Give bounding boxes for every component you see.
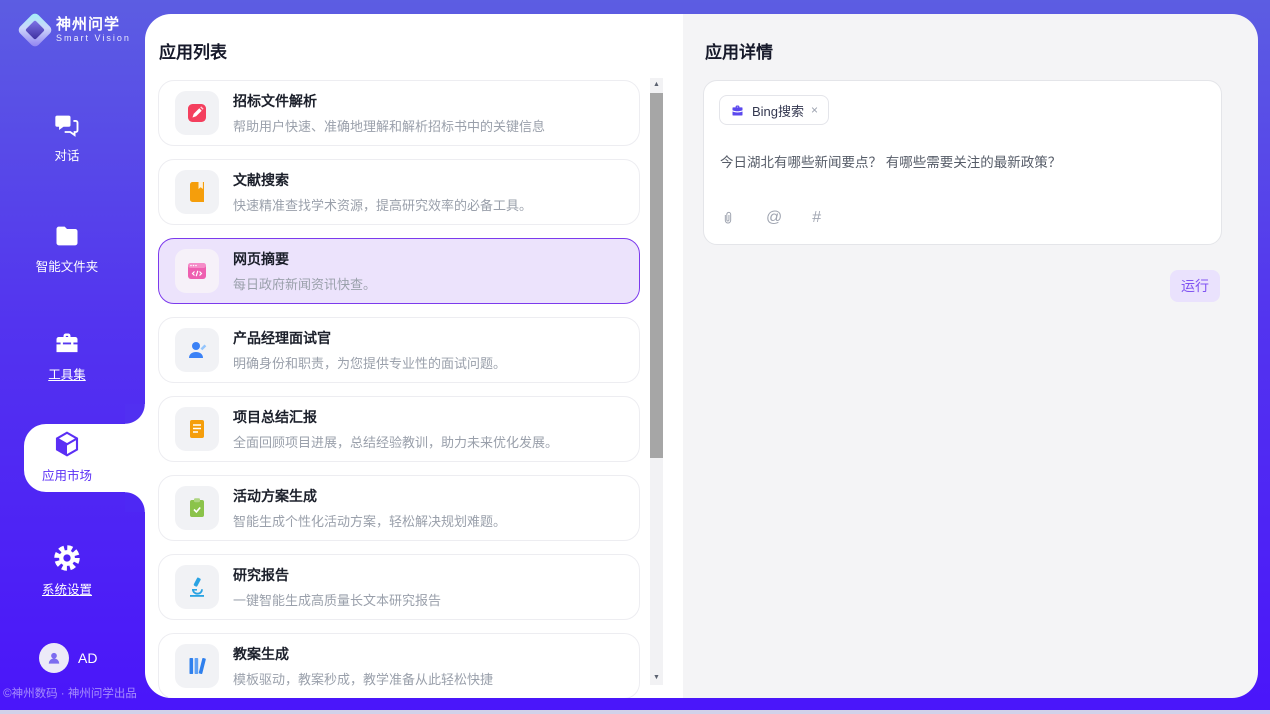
- hash-icon[interactable]: #: [812, 209, 821, 227]
- scrollbar-thumb[interactable]: [650, 93, 663, 458]
- app-description: 明确身份和职责，为您提供专业性的面试问题。: [233, 353, 506, 372]
- app-card-event-plan[interactable]: 活动方案生成 智能生成个性化活动方案，轻松解决规划难题。: [158, 475, 640, 541]
- document-icon: [185, 417, 209, 441]
- app-icon-tile: [175, 91, 219, 135]
- microscope-icon: [185, 575, 209, 599]
- browser-code-icon: [185, 259, 209, 283]
- app-name: 招标文件解析: [233, 91, 545, 111]
- scroll-down-button[interactable]: ▼: [650, 671, 663, 685]
- books-icon: [185, 654, 209, 678]
- sidebar-item-label: 对话: [54, 145, 79, 164]
- tool-chip-label: Bing搜索: [752, 101, 804, 120]
- app-card-web-summary[interactable]: 网页摘要 每日政府新闻资讯快查。: [158, 238, 640, 304]
- app-card-pm-interviewer[interactable]: 产品经理面试官 明确身份和职责，为您提供专业性的面试问题。: [158, 317, 640, 383]
- app-description: 智能生成个性化活动方案，轻松解决规划难题。: [233, 511, 506, 530]
- app-icon-tile: [175, 644, 219, 688]
- edit-square-icon: [185, 101, 209, 125]
- app-name: 研究报告: [233, 565, 441, 585]
- close-icon[interactable]: ×: [811, 104, 818, 116]
- app-name: 活动方案生成: [233, 486, 506, 506]
- chat-icon: [53, 111, 81, 139]
- app-window: 神州问学 Smart Vision 对话 智能文件夹 工具集: [0, 0, 1270, 714]
- sidebar-item-smart-folder[interactable]: 智能文件夹: [0, 222, 134, 276]
- app-name: 产品经理面试官: [233, 328, 506, 348]
- app-description: 快速精准查找学术资源，提高研究效率的必备工具。: [233, 195, 532, 214]
- sidebar-item-settings[interactable]: 系统设置: [0, 543, 134, 599]
- sidebar-item-label: 应用市场: [42, 465, 92, 484]
- app-card-research-report[interactable]: 研究报告 一键智能生成高质量长文本研究报告: [158, 554, 640, 620]
- app-icon-tile: [175, 407, 219, 451]
- app-detail-title: 应用详情: [705, 38, 773, 63]
- sidebar-item-label: 工具集: [48, 364, 86, 383]
- sidebar: 神州问学 Smart Vision 对话 智能文件夹 工具集: [0, 0, 145, 710]
- app-card-bid-analysis[interactable]: 招标文件解析 帮助用户快速、准确地理解和解析招标书中的关键信息: [158, 80, 640, 146]
- app-description: 模板驱动，教案秒成，教学准备从此轻松快捷: [233, 669, 493, 688]
- app-name: 文献搜索: [233, 170, 532, 190]
- brand-subtitle: Smart Vision: [56, 33, 131, 44]
- toolbox-icon: [53, 330, 81, 358]
- sidebar-item-toolset[interactable]: 工具集: [0, 330, 134, 384]
- main-content: 应用列表 招标文件解析 帮助用户快速、准确地理解和解析招标书中的关键信息: [145, 14, 1258, 698]
- briefcase-icon: [730, 103, 745, 118]
- book-icon: [185, 180, 209, 204]
- query-card: Bing搜索 × 今日湖北有哪些新闻要点？ 有哪些需要关注的最新政策？ @ #: [703, 80, 1222, 245]
- app-list-title: 应用列表: [159, 38, 227, 63]
- brand-logo: 神州问学 Smart Vision: [22, 16, 131, 44]
- user-initials: AD: [78, 650, 97, 666]
- app-description: 帮助用户快速、准确地理解和解析招标书中的关键信息: [233, 116, 545, 135]
- run-button[interactable]: 运行: [1170, 270, 1220, 302]
- scroll-up-button[interactable]: ▲: [650, 78, 663, 92]
- app-icon-tile: [175, 486, 219, 530]
- app-name: 项目总结汇报: [233, 407, 558, 427]
- user-account[interactable]: AD: [39, 643, 97, 673]
- at-icon[interactable]: @: [766, 209, 782, 227]
- gear-icon: [52, 543, 82, 573]
- app-icon-tile: [175, 249, 219, 293]
- app-name: 教案生成: [233, 644, 493, 664]
- app-card-project-summary[interactable]: 项目总结汇报 全面回顾项目进展，总结经验教训，助力未来优化发展。: [158, 396, 640, 462]
- app-list: 招标文件解析 帮助用户快速、准确地理解和解析招标书中的关键信息 文献搜索 快速精…: [158, 80, 640, 698]
- app-list-panel: 应用列表 招标文件解析 帮助用户快速、准确地理解和解析招标书中的关键信息: [145, 14, 683, 698]
- sidebar-item-label: 智能文件夹: [36, 256, 99, 275]
- person-icon: [45, 649, 63, 667]
- person-icon: [185, 338, 209, 362]
- attachment-toolbar: @ #: [720, 209, 821, 227]
- query-input[interactable]: 今日湖北有哪些新闻要点？ 有哪些需要关注的最新政策？: [720, 151, 1205, 171]
- sidebar-item-chat[interactable]: 对话: [0, 111, 134, 165]
- app-icon-tile: [175, 565, 219, 609]
- app-card-lesson-plan[interactable]: 教案生成 模板驱动，教案秒成，教学准备从此轻松快捷: [158, 633, 640, 698]
- app-icon-tile: [175, 328, 219, 372]
- avatar: [39, 643, 69, 673]
- app-list-scrollbar[interactable]: ▲ ▼: [650, 78, 663, 685]
- app-card-literature-search[interactable]: 文献搜索 快速精准查找学术资源，提高研究效率的必备工具。: [158, 159, 640, 225]
- sidebar-item-label: 系统设置: [42, 579, 92, 598]
- brand-logo-icon: [17, 12, 54, 49]
- bottom-edge-strip: [0, 710, 1270, 714]
- paperclip-icon[interactable]: [720, 209, 736, 227]
- app-description: 全面回顾项目进展，总结经验教训，助力未来优化发展。: [233, 432, 558, 451]
- app-description: 一键智能生成高质量长文本研究报告: [233, 590, 441, 609]
- app-name: 网页摘要: [233, 249, 376, 269]
- folder-icon: [53, 222, 81, 250]
- sidebar-item-app-market[interactable]: 应用市场: [0, 429, 134, 485]
- brand-name: 神州问学: [56, 16, 131, 33]
- app-icon-tile: [175, 170, 219, 214]
- copyright-text: ©神州数码 · 神州问学出品: [0, 685, 140, 701]
- clipboard-check-icon: [185, 496, 209, 520]
- app-detail-panel: 应用详情 Bing搜索 × 今日湖北有哪些新闻要点？ 有哪些需要关注的最新政策？…: [683, 14, 1258, 698]
- cube-icon: [52, 429, 82, 459]
- app-description: 每日政府新闻资讯快查。: [233, 274, 376, 293]
- tool-chip-bing-search[interactable]: Bing搜索 ×: [719, 95, 829, 125]
